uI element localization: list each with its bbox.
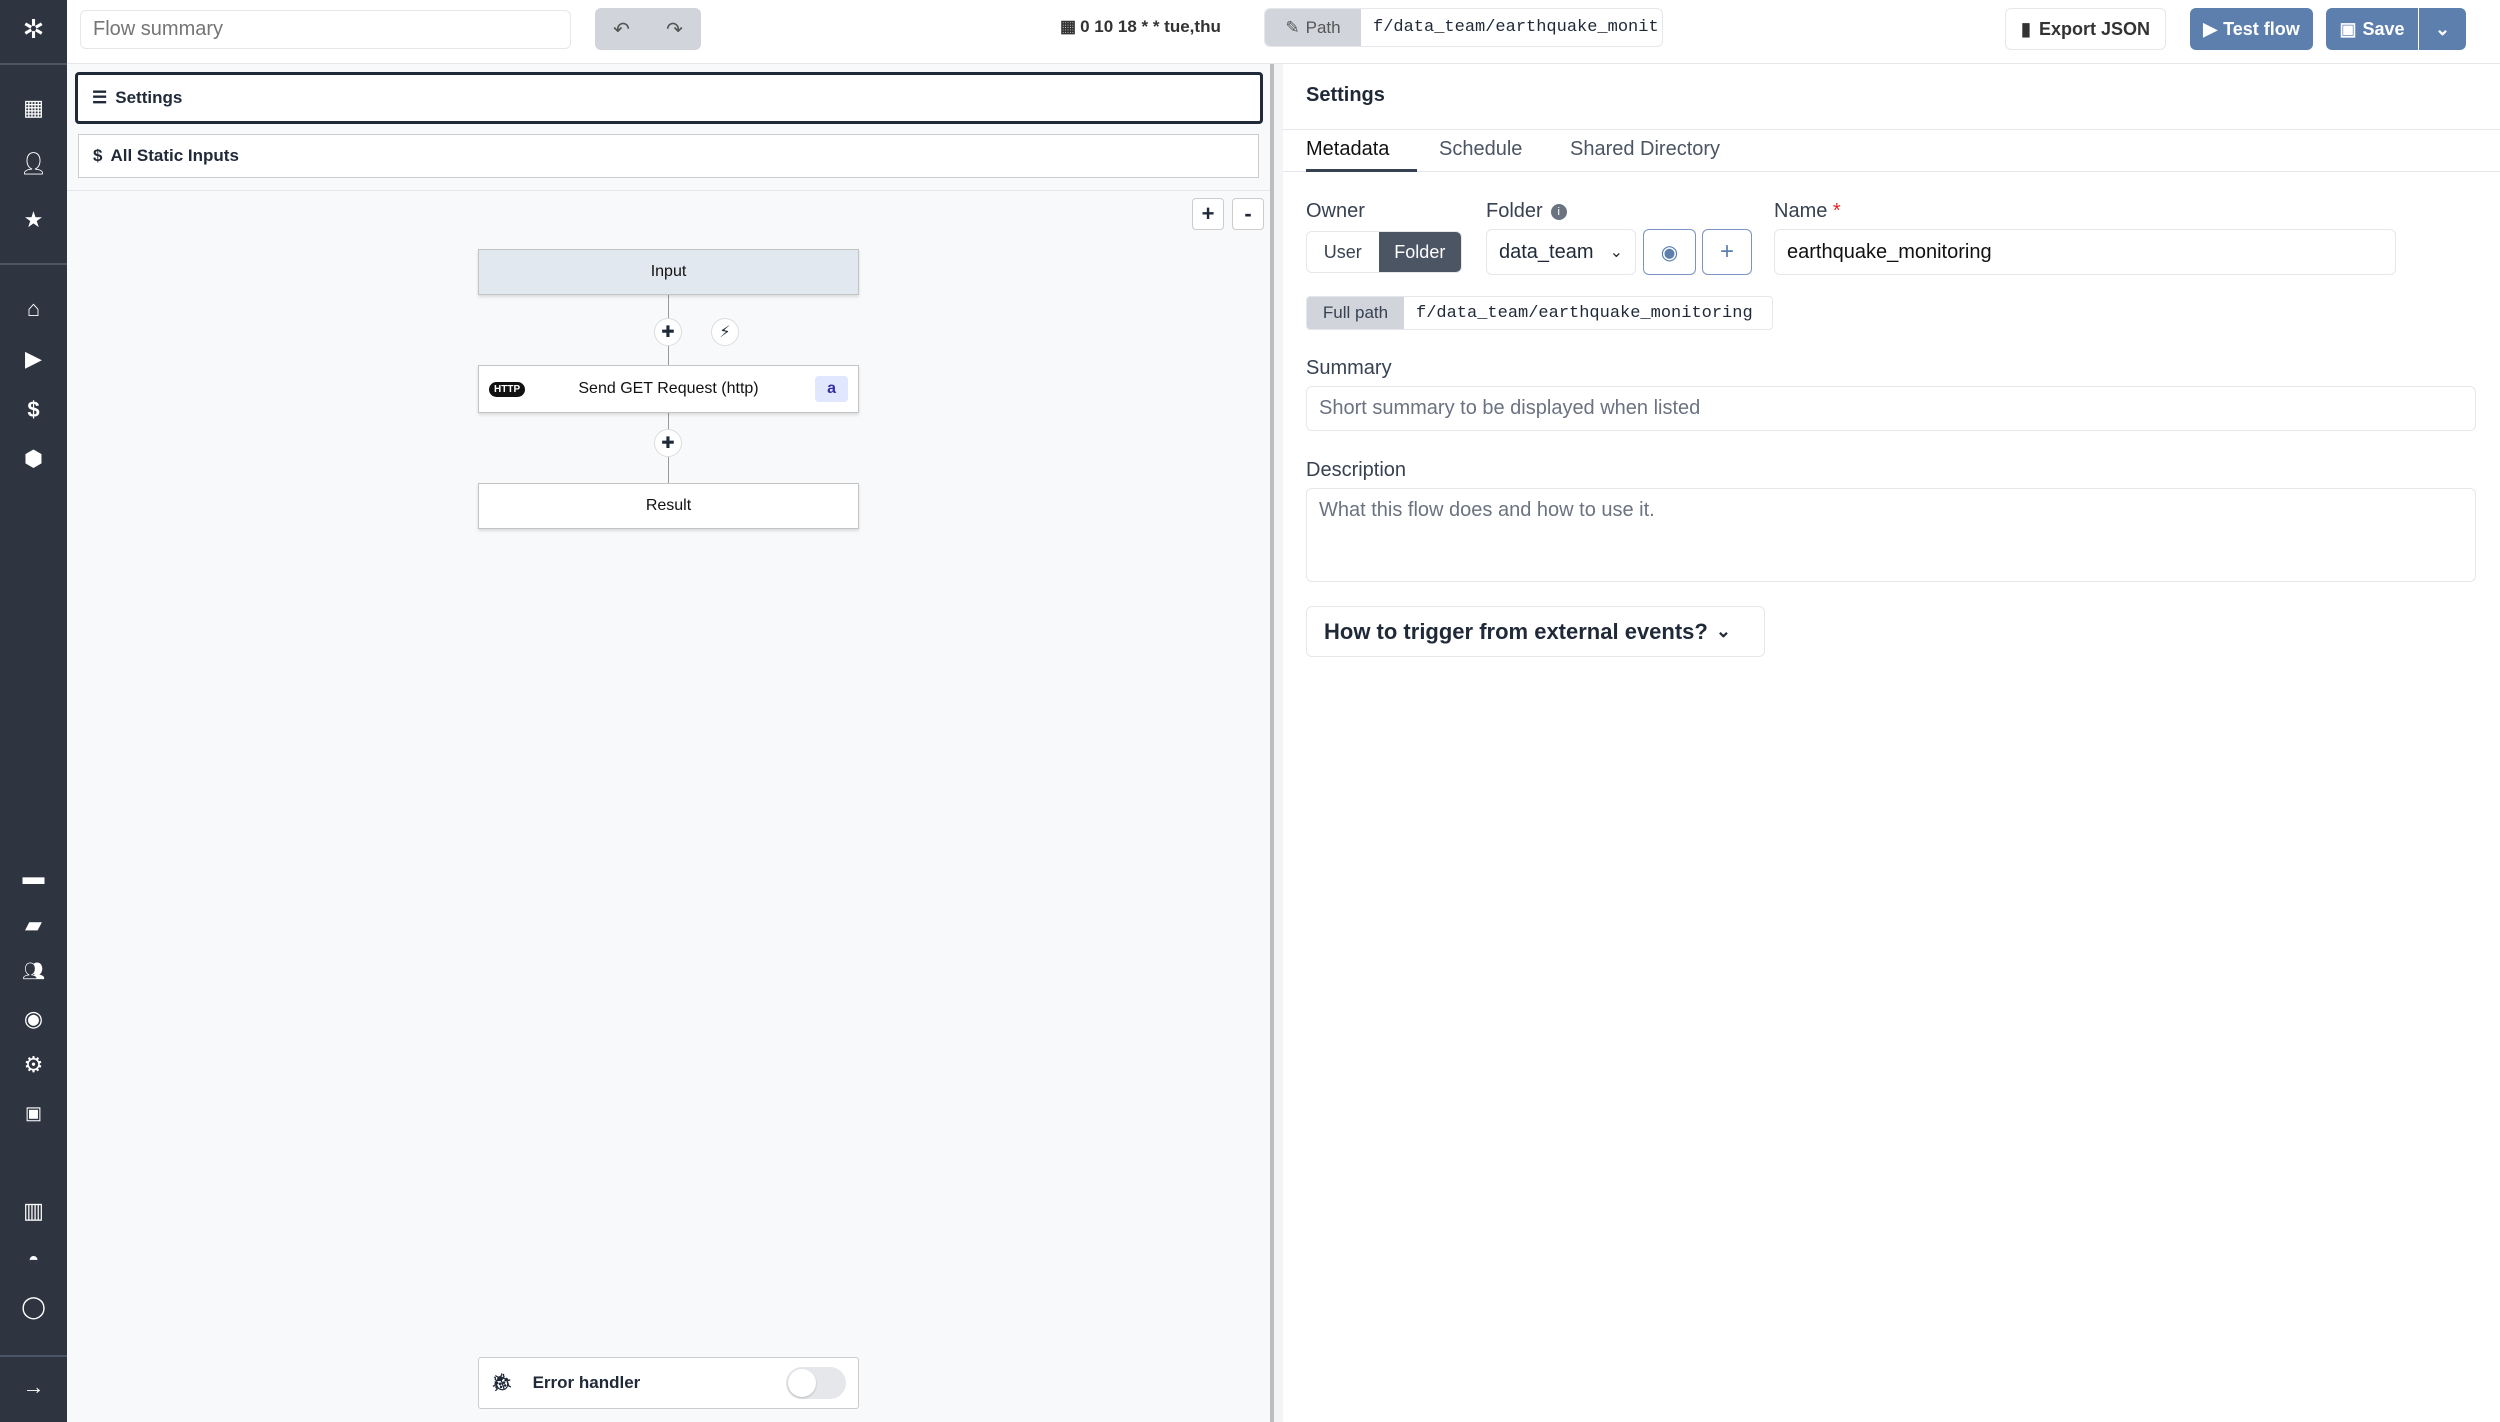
path-label: ✎ Path: [1265, 9, 1361, 46]
save-options-button[interactable]: ⌄: [2419, 8, 2466, 50]
users-gear-icon[interactable]: 👥︎: [0, 956, 67, 986]
settings-item[interactable]: ☰ Settings: [75, 72, 1263, 124]
folder-label: Folder i: [1486, 200, 1567, 223]
schedule-display[interactable]: ▦ 0 10 18 * * tue,thu: [1060, 17, 1221, 37]
sliders-icon: ☰: [92, 88, 108, 107]
owner-label: Owner: [1306, 200, 1365, 222]
github-icon[interactable]: ◯: [0, 1292, 67, 1322]
view-folder-button[interactable]: ◉: [1643, 229, 1696, 275]
divider: [1283, 171, 2500, 172]
undo-redo-group: ↶ ↷: [595, 8, 701, 50]
test-flow-button[interactable]: ▶ Test flow: [2190, 8, 2313, 50]
logo-icon[interactable]: ✲: [0, 14, 67, 44]
chevron-down-icon: ⌄: [1715, 621, 1731, 641]
sidebar: ✲ ▦ 👤︎ ★ ⌂ ▶ $ ⬢ ▬ ▰ 👥︎ ◉ ⚙ ▣ ▥ ◓ ◯ →: [0, 0, 67, 1422]
eye-icon[interactable]: ◉: [0, 1004, 67, 1034]
summary-input[interactable]: Short summary to be displayed when liste…: [1306, 386, 2476, 431]
folder-select[interactable]: data_team ⌄: [1486, 229, 1636, 275]
export-json-button[interactable]: ▮ Export JSON: [2005, 8, 2166, 50]
plus-icon: +: [1719, 238, 1734, 265]
zoom-out-button[interactable]: -: [1232, 198, 1264, 230]
arrow-right-icon[interactable]: →: [0, 1372, 67, 1402]
add-step-icon[interactable]: ✚: [654, 318, 682, 346]
chevron-down-icon: ⌄: [2434, 18, 2451, 39]
eye-icon: ◉: [1660, 241, 1679, 264]
chevron-down-icon: ⌄: [1609, 244, 1623, 261]
owner-toggle: User Folder: [1306, 231, 1462, 273]
flow-summary-input[interactable]: [80, 10, 571, 49]
path-value: f/data_team/earthquake_monit: [1373, 18, 1659, 37]
dollar-icon: $: [93, 146, 103, 165]
pencil-icon: ✎: [1285, 17, 1300, 37]
divider: [1283, 129, 2500, 130]
panel-resize-handle[interactable]: [1270, 64, 1283, 1422]
path-field[interactable]: ✎ Path f/data_team/earthquake_monit: [1264, 8, 1663, 47]
info-icon[interactable]: i: [1550, 203, 1567, 220]
calendar-icon: ▦: [1060, 17, 1077, 36]
add-folder-button[interactable]: +: [1702, 229, 1752, 275]
description-label: Description: [1306, 459, 1407, 481]
full-path-value: f/data_team/earthquake_monitoring: [1416, 303, 1753, 323]
schedule-text: 0 10 18 * * tue,thu: [1080, 17, 1221, 36]
http-cloud-icon: HTTP: [489, 381, 526, 397]
owner-user-option[interactable]: User: [1307, 232, 1379, 272]
tab-shared-directory[interactable]: Shared Directory: [1570, 138, 1720, 161]
home-icon[interactable]: ⌂: [0, 294, 67, 324]
file-export-icon: ▮: [2021, 18, 2031, 39]
owner-folder-option[interactable]: Folder: [1378, 232, 1461, 272]
error-handler-toggle[interactable]: [786, 1367, 846, 1399]
tab-metadata[interactable]: Metadata: [1306, 138, 1417, 172]
lightning-icon[interactable]: ⚡︎: [711, 318, 739, 346]
step-id-badge: a: [815, 376, 848, 402]
cubes-icon[interactable]: ⬢: [0, 444, 67, 474]
error-handler: 🐞︎ Error handler: [478, 1357, 859, 1409]
settings-title: Settings: [1306, 84, 1385, 106]
trigger-accordion[interactable]: How to trigger from external events? ⌄: [1306, 606, 1765, 657]
input-node[interactable]: Input: [478, 249, 859, 295]
step-node[interactable]: HTTP Send GET Request (http) a: [478, 365, 859, 413]
building-icon[interactable]: ▦: [0, 93, 67, 123]
name-input[interactable]: earthquake_monitoring: [1774, 229, 2396, 275]
name-label: Name *: [1774, 200, 1841, 222]
tab-schedule[interactable]: Schedule: [1439, 138, 1522, 161]
summary-label: Summary: [1306, 357, 1392, 379]
add-step-icon[interactable]: ✚: [654, 429, 682, 457]
play-icon[interactable]: ▶: [0, 344, 67, 374]
save-button[interactable]: ▣ Save: [2326, 8, 2418, 50]
folder-open-icon[interactable]: ▰: [0, 910, 67, 940]
divider: [0, 63, 67, 65]
gear-icon[interactable]: ⚙: [0, 1050, 67, 1080]
description-textarea[interactable]: What this flow does and how to use it.: [1306, 488, 2476, 582]
full-path-label: Full path: [1307, 297, 1404, 329]
star-icon[interactable]: ★: [0, 205, 67, 235]
full-path: Full path f/data_team/earthquake_monitor…: [1306, 296, 1773, 330]
undo-icon[interactable]: ↶: [613, 17, 630, 42]
robot-icon[interactable]: ▣: [0, 1098, 67, 1128]
bug-icon: 🐞︎: [491, 1373, 513, 1392]
divider: [67, 190, 1270, 191]
book-icon[interactable]: ▥: [0, 1196, 67, 1226]
calendar-icon[interactable]: ▬: [0, 862, 67, 892]
save-icon: ▣: [2339, 18, 2357, 39]
static-inputs-item[interactable]: $ All Static Inputs: [78, 134, 1259, 178]
play-icon: ▶: [2203, 18, 2218, 39]
discord-icon[interactable]: ◓: [0, 1244, 67, 1274]
redo-icon[interactable]: ↷: [666, 17, 683, 42]
divider: [0, 263, 67, 265]
user-icon[interactable]: 👤︎: [0, 149, 67, 179]
divider: [0, 1355, 67, 1357]
result-node[interactable]: Result: [478, 483, 859, 529]
zoom-in-button[interactable]: +: [1192, 198, 1224, 230]
dollar-icon[interactable]: $: [0, 395, 67, 425]
